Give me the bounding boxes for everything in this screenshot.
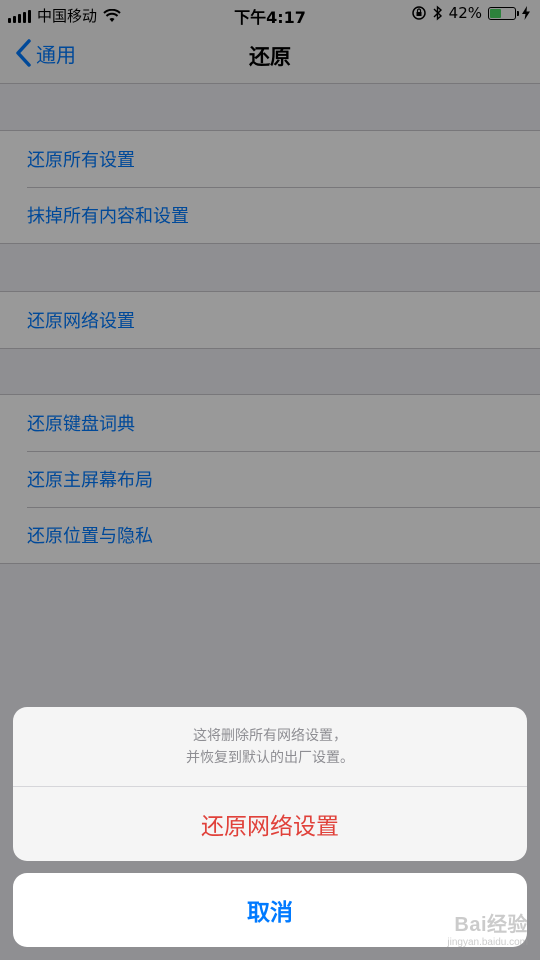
action-sheet: 这将删除所有网络设置， 并恢复到默认的出厂设置。 还原网络设置 [13,707,527,861]
reset-network-confirm-button[interactable]: 还原网络设置 [13,787,527,861]
watermark-main: Bai经验 [454,914,528,936]
message-line-2: 并恢复到默认的出厂设置。 [186,750,354,766]
message-line-1: 这将删除所有网络设置， [193,728,347,744]
action-sheet-message: 这将删除所有网络设置， 并恢复到默认的出厂设置。 [13,707,527,787]
watermark-sub: jingyan.baidu.com [447,937,528,948]
watermark-logo: Bai经验 jingyan.baidu.com [447,908,528,948]
